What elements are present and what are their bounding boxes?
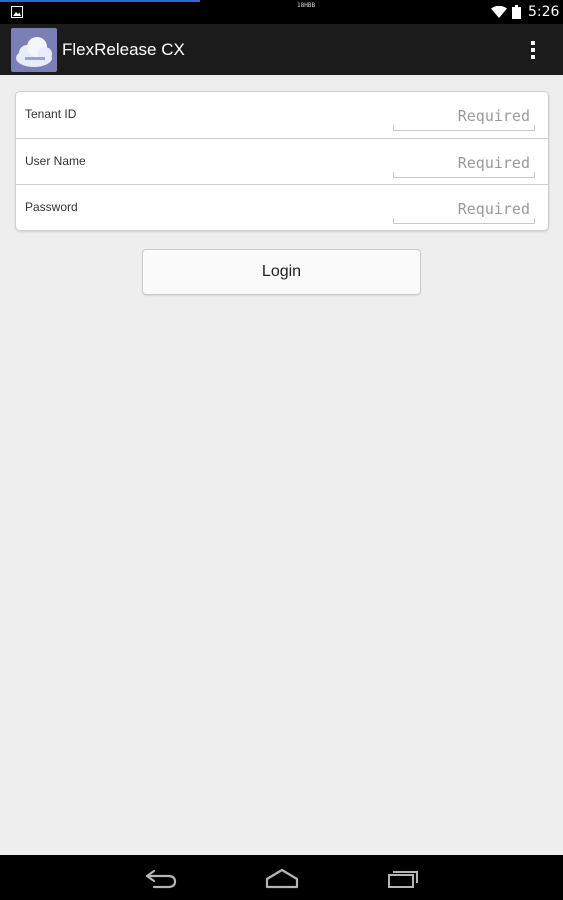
nav-bar xyxy=(0,855,563,900)
password-label: Password xyxy=(25,200,78,214)
password-underline xyxy=(393,218,535,224)
user-name-row: User Name xyxy=(16,138,548,184)
image-notification-icon xyxy=(11,6,23,18)
status-bar: 18HBB 5:26 xyxy=(0,0,563,24)
overflow-dot xyxy=(531,41,535,45)
recent-apps-icon xyxy=(388,870,418,888)
tenant-id-label: Tenant ID xyxy=(25,107,77,121)
status-progress-line xyxy=(0,0,200,2)
overflow-dot xyxy=(531,55,535,59)
overflow-menu-icon[interactable] xyxy=(522,36,544,64)
tenant-id-underline xyxy=(393,125,535,131)
status-tiny-text: 18HBB xyxy=(297,2,316,9)
home-button[interactable] xyxy=(252,855,312,900)
action-bar: FlexRelease CX xyxy=(0,24,563,75)
user-name-label: User Name xyxy=(25,154,86,168)
back-icon xyxy=(145,869,177,888)
login-form: Tenant ID User Name Password xyxy=(15,91,549,231)
user-name-underline xyxy=(393,172,535,178)
app-title: FlexRelease CX xyxy=(62,40,185,59)
back-button[interactable] xyxy=(131,855,191,900)
status-clock: 5:26 xyxy=(528,4,560,20)
app-icon[interactable] xyxy=(11,28,57,72)
tenant-id-row: Tenant ID xyxy=(16,92,548,137)
recent-apps-button[interactable] xyxy=(373,855,433,900)
cloud-icon xyxy=(16,37,52,67)
wifi-icon xyxy=(491,6,507,18)
overflow-dot xyxy=(531,48,535,52)
login-button[interactable]: Login xyxy=(142,249,421,295)
home-icon xyxy=(265,868,299,888)
password-row: Password xyxy=(16,184,548,230)
battery-icon xyxy=(512,5,521,19)
